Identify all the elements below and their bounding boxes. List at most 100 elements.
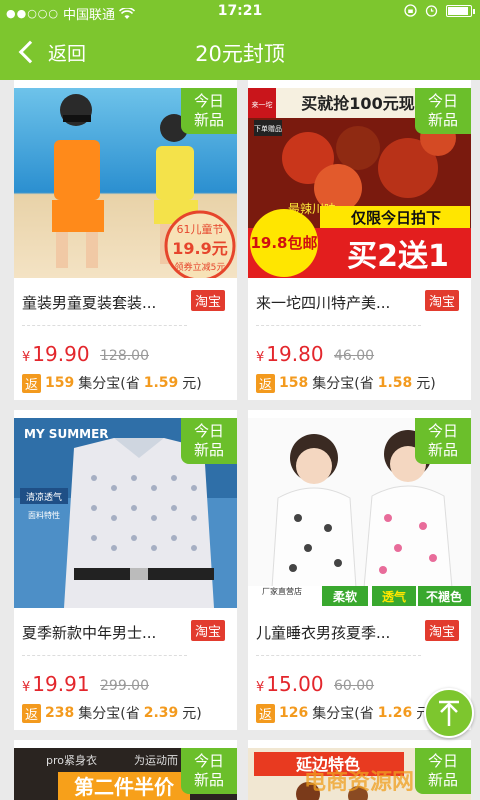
rebate-tag: 返: [22, 703, 42, 723]
product-title: 来一坨四川特产美...: [256, 294, 391, 312]
new-badge-line1: 今日: [427, 422, 458, 440]
taobao-badge: 淘宝: [190, 290, 225, 311]
product-card[interactable]: 厂家直营店 柔软 透气 不褪色 今日 新品 儿童睡衣男孩夏季... 淘宝 ¥15.…: [248, 410, 471, 730]
rebate-points: 159: [45, 375, 75, 391]
promo-text: 来一坨: [252, 100, 273, 109]
new-badge: 今日 新品: [415, 88, 471, 134]
promo-text: MY SUMMER: [24, 427, 109, 441]
product-price: ¥19.80: [256, 342, 324, 366]
product-card[interactable]: pro紧身衣 为运动而 第二件半价 今日 新品: [14, 740, 237, 800]
rebate-info: 返 158 集分宝(省 1.58 元): [256, 373, 436, 393]
new-badge-line2: 新品: [427, 771, 458, 789]
promo-text: 61儿童节: [177, 222, 224, 236]
product-price: ¥15.00: [256, 672, 324, 696]
rebate-info: 返 159 集分宝(省 1.59 元): [22, 373, 202, 393]
price-value: 19.80: [266, 342, 324, 366]
rebate-unit: 集分宝(省: [312, 376, 374, 392]
new-badge: 今日 新品: [181, 88, 237, 134]
promo-text: pro紧身衣: [46, 753, 97, 767]
divider: [256, 655, 421, 656]
battery-fill: [448, 6, 468, 15]
original-price: 299.00: [100, 678, 149, 694]
new-badge-line1: 今日: [193, 92, 224, 110]
original-price: 46.00: [334, 348, 375, 364]
divider: [256, 325, 421, 326]
rebate-save: 1.59: [143, 375, 179, 391]
promo-text: 厂家直营店: [262, 586, 302, 596]
rebate-points: 158: [279, 375, 309, 391]
nav-bar: 返回 20元封顶: [0, 24, 480, 80]
product-grid: 61儿童节 19.9元 领券立减5元 今日 新品 童装男童夏装套装... 淘宝 ¥…: [0, 80, 480, 800]
divider: [22, 655, 187, 656]
alarm-icon: [425, 5, 438, 17]
product-card[interactable]: MY SUMMER 清凉透气 面料特性 今日 新品 夏季新款中年男士... 淘宝 …: [14, 410, 237, 730]
promo-text: 买就抢100元现: [301, 94, 414, 113]
product-title: 夏季新款中年男士...: [22, 624, 157, 642]
new-badge: 今日 新品: [415, 748, 471, 794]
taobao-badge: 淘宝: [190, 620, 225, 641]
product-image: pro紧身衣 为运动而 第二件半价 今日 新品: [14, 748, 237, 800]
new-badge-line2: 新品: [427, 441, 458, 459]
rebate-unit: 集分宝(省: [78, 706, 140, 722]
product-image: 来一坨 买就抢100元现 下单赠品 最辣川味 仅限今日拍下 19.8包邮 买2送…: [248, 88, 471, 278]
promo-text: 19.8包邮: [250, 234, 317, 252]
divider: [22, 325, 187, 326]
promo-text: 为运动而: [134, 754, 178, 767]
rebate-info: 返 238 集分宝(省 2.39 元): [22, 703, 202, 723]
new-badge-line1: 今日: [193, 422, 224, 440]
page-title: 20元封顶: [195, 42, 285, 66]
product-price: ¥19.90: [22, 342, 90, 366]
product-image: 61儿童节 19.9元 领券立减5元 今日 新品: [14, 88, 237, 278]
new-badge-line2: 新品: [427, 111, 458, 129]
promo-text: 面料特性: [28, 510, 60, 520]
promo-text: 第二件半价: [74, 775, 175, 799]
promo-text: 柔软: [332, 589, 357, 604]
rebate-info: 返126集分宝(省1.26元): [256, 703, 436, 723]
rebate-close: 元): [416, 376, 436, 392]
product-card[interactable]: 61儿童节 19.9元 领券立减5元 今日 新品 童装男童夏装套装... 淘宝 ¥…: [14, 80, 237, 400]
original-price: 60.00: [334, 678, 375, 694]
rebate-save: 1.26: [377, 705, 413, 721]
arrow-up-icon: [439, 700, 459, 726]
new-badge-line1: 今日: [427, 752, 458, 770]
rebate-close: 元): [182, 706, 202, 722]
currency-symbol: ¥: [22, 350, 31, 365]
rebate-points: 126: [279, 705, 309, 721]
original-price: 128.00: [100, 348, 149, 364]
status-bar: ●●○○○ 中国联通 17:21: [0, 0, 480, 24]
rebate-tag: 返: [256, 703, 276, 723]
rebate-points: 238: [45, 705, 75, 721]
price-value: 19.90: [32, 342, 90, 366]
currency-symbol: ¥: [22, 680, 31, 695]
product-title: 儿童睡衣男孩夏季...: [256, 624, 391, 642]
rebate-tag: 返: [22, 373, 42, 393]
rebate-unit: 集分宝(省: [312, 706, 374, 722]
promo-text: 买2送1: [347, 239, 449, 274]
rebate-save: 1.58: [377, 375, 413, 391]
promo-text: 19.9元: [172, 239, 227, 258]
promo-text: 仅限今日拍下: [350, 209, 441, 227]
promo-text: 透气: [382, 589, 406, 604]
taobao-badge: 淘宝: [424, 620, 459, 641]
product-card[interactable]: 来一坨 买就抢100元现 下单赠品 最辣川味 仅限今日拍下 19.8包邮 买2送…: [248, 80, 471, 400]
status-right: [404, 4, 475, 17]
product-title: 童装男童夏装套装...: [22, 294, 157, 312]
rebate-save: 2.39: [143, 705, 179, 721]
battery-icon: [446, 4, 475, 17]
watermark: 电商资源网: [304, 770, 415, 795]
new-badge: 今日 新品: [415, 418, 471, 464]
new-badge: 今日 新品: [181, 748, 237, 794]
promo-text: 下单赠品: [254, 124, 282, 133]
promo-text: 不褪色: [426, 589, 462, 604]
new-badge-line1: 今日: [193, 752, 224, 770]
rebate-unit: 集分宝(省: [78, 376, 140, 392]
product-image: 厂家直营店 柔软 透气 不褪色 今日 新品: [248, 418, 471, 608]
promo-text: 领券立减5元: [175, 261, 226, 273]
scroll-to-top-button[interactable]: [424, 688, 474, 738]
currency-symbol: ¥: [256, 350, 265, 365]
product-image: MY SUMMER 清凉透气 面料特性 今日 新品: [14, 418, 237, 608]
promo-text: 清凉透气: [26, 491, 62, 503]
rebate-close: 元): [182, 376, 202, 392]
new-badge-line2: 新品: [193, 771, 224, 789]
currency-symbol: ¥: [256, 680, 265, 695]
